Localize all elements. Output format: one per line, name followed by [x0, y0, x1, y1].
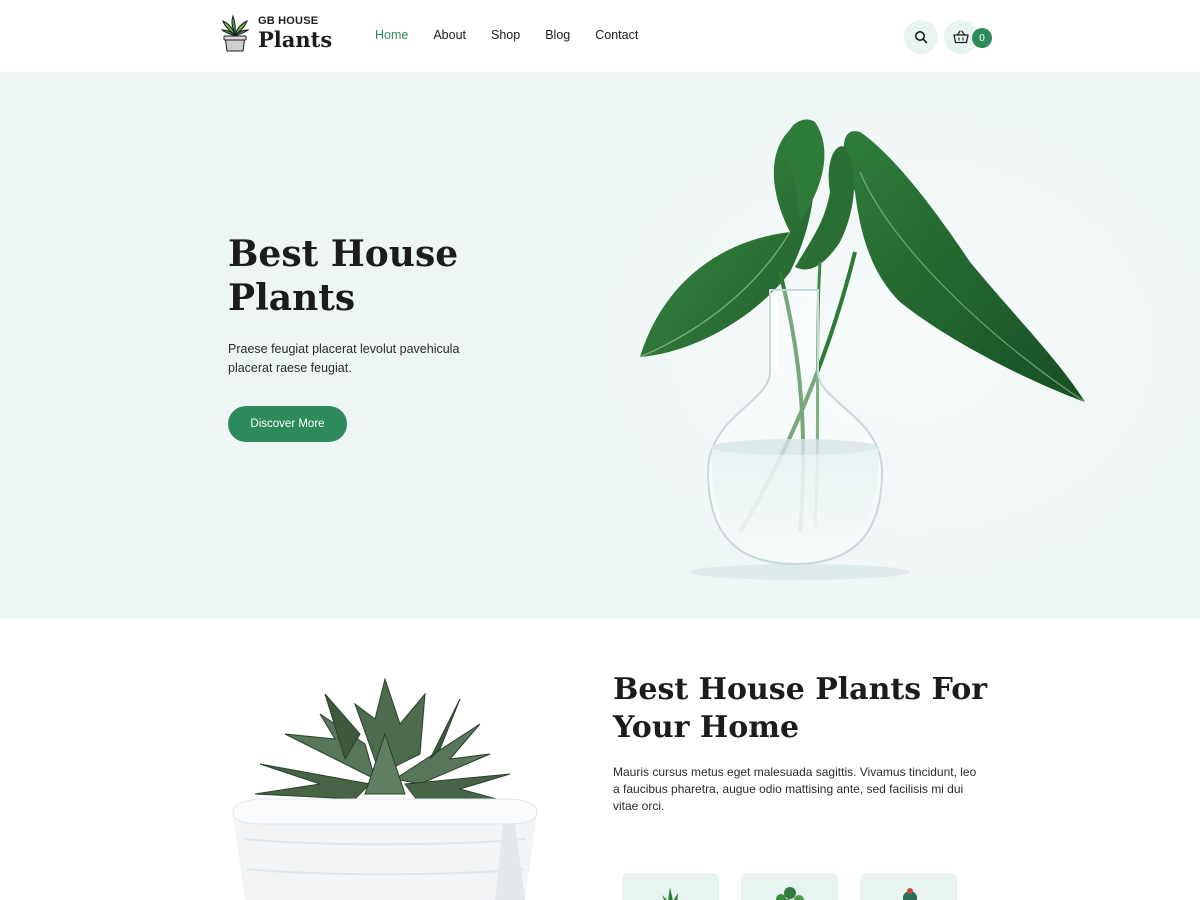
nav-home[interactable]: Home [375, 28, 408, 42]
plant-thumbnail-icon [776, 887, 804, 900]
about-section: Best House Plants For Your Home Mauris c… [0, 619, 1200, 900]
nav-shop[interactable]: Shop [491, 28, 520, 42]
search-icon [915, 31, 928, 44]
brand-name: Plants [258, 27, 333, 52]
potted-plant-logo-icon [220, 14, 250, 52]
plant-thumbnail-icon [662, 887, 686, 900]
basket-icon [953, 30, 969, 44]
plant-thumbnail-icon [903, 888, 917, 900]
hero-description: Praese feugiat placerat levolut pavehicu… [228, 342, 460, 375]
discover-more-button[interactable]: Discover More [228, 406, 347, 442]
cart-count-badge: 0 [972, 28, 992, 48]
brand-small-text: GB HOUSE [258, 15, 319, 27]
site-header: GB HOUSE Plants Home About Shop Blog Con… [0, 0, 1200, 72]
about-description: Mauris cursus metus eget malesuada sagit… [613, 765, 977, 813]
plant-in-glass-vase-image [639, 119, 1086, 580]
nav-contact[interactable]: Contact [595, 28, 638, 42]
succulent-in-white-pot-image [232, 677, 538, 900]
about-title: Best House Plants For Your Home [613, 672, 988, 745]
product-card-3[interactable] [860, 873, 957, 900]
hero-section: Best House Plants Praese feugiat placera… [0, 72, 1200, 619]
hero-title: Best House Plants [228, 233, 459, 319]
main-nav: Home About Shop Blog Contact [375, 28, 638, 42]
product-card-2[interactable] [741, 873, 838, 900]
nav-blog[interactable]: Blog [545, 28, 570, 42]
product-cards [622, 873, 957, 900]
product-card-1[interactable] [622, 873, 719, 900]
site-logo[interactable]: GB HOUSE Plants [220, 14, 332, 52]
nav-about[interactable]: About [433, 28, 466, 42]
search-button[interactable] [904, 20, 938, 54]
